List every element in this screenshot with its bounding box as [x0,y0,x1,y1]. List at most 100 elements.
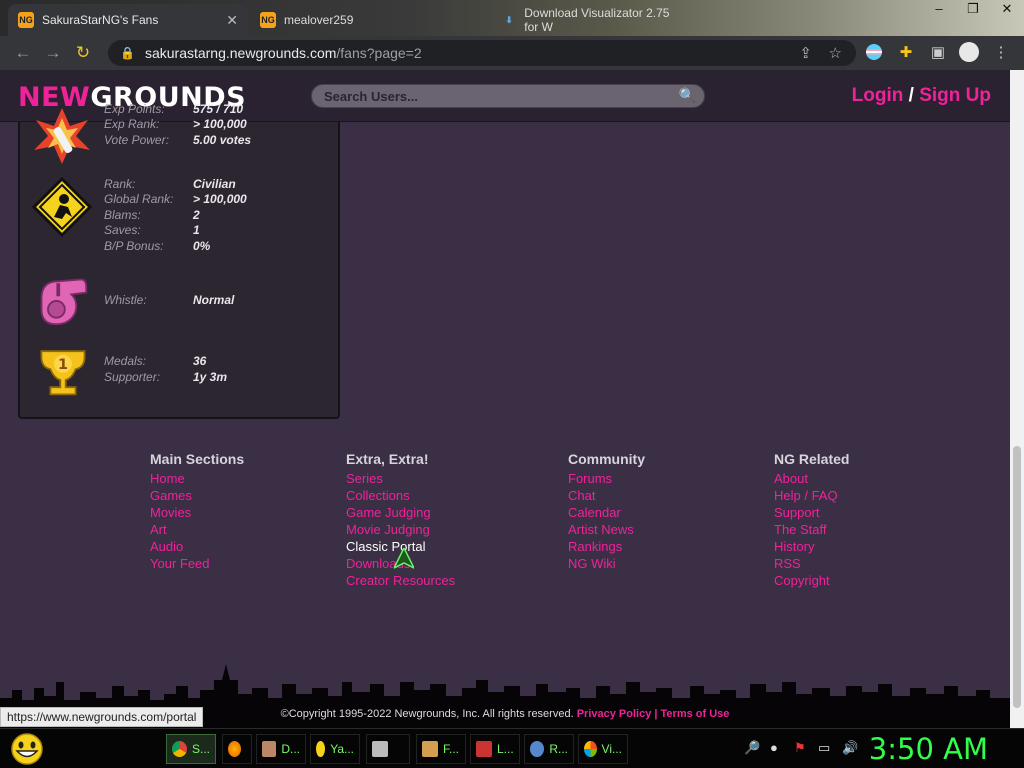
page-scrollbar[interactable] [1010,70,1024,728]
footer-link-home[interactable]: Home [150,470,244,487]
stat-global-rank: Global Rank: > 100,000 [104,192,247,206]
footer-link-creator-resources[interactable]: Creator Resources [346,572,455,589]
bookmark-star-icon[interactable]: ☆ [829,44,842,62]
footer-link-audio[interactable]: Audio [150,538,244,555]
signup-link[interactable]: Sign Up [919,85,991,106]
tab-title: Download Visualizator 2.75 for W [524,6,670,34]
footer-link-support[interactable]: Support [774,504,849,521]
search-icon[interactable]: 🔍 [679,87,696,104]
auth-links: Login / Sign Up [852,85,991,107]
windows-icon [584,741,597,757]
side-panel-icon[interactable]: ▣ [927,41,949,63]
avatar-icon[interactable] [958,41,980,63]
stat-saves: Saves: 1 [104,223,200,237]
taskbar-item-firefox[interactable] [222,734,252,764]
menu-icon[interactable]: ⋮ [990,41,1012,63]
whistle-icon [40,278,88,326]
user-search: 🔍 [311,84,705,108]
taskbar-item-f[interactable]: F... [416,734,466,764]
stat-blams: Blams: 2 [104,208,200,222]
taskbar-item-r[interactable]: R... [524,734,574,764]
url-domain: sakurastarng.newgrounds.com [144,45,337,61]
footer-heading: Community [568,451,645,467]
terms-of-use-link[interactable]: Terms of Use [661,708,730,720]
tab-title: SakuraStarNG's Fans [42,13,159,27]
file-icon [422,741,438,757]
link-status-bar: https://www.newgrounds.com/portal [0,707,204,727]
footer-link-art[interactable]: Art [150,521,244,538]
tab-inactive[interactable]: NG mealover259 [250,4,486,36]
taskbar-item-l[interactable]: L... [470,734,520,764]
share-icon[interactable]: ⇪ [799,44,812,62]
newgrounds-favicon-icon: NG [18,12,34,28]
tab-inactive[interactable]: ⬇ Download Visualizator 2.75 for W [492,4,692,36]
mouse-cursor-icon [394,548,414,569]
extensions-icon[interactable]: ✚ [895,41,917,63]
footer-link-about[interactable]: About [774,470,849,487]
footer-heading: NG Related [774,451,850,467]
start-smiley-icon[interactable] [8,732,46,766]
copyright-text: ©Copyright 1995-2022 Newgrounds, Inc. Al… [280,708,574,720]
taskbar-clock[interactable]: 3:50 AM [869,732,988,766]
reload-icon[interactable]: ↻ [68,43,98,63]
footer-link-chat[interactable]: Chat [568,487,645,504]
footer-heading: Main Sections [150,451,245,467]
footer-link-collections[interactable]: Collections [346,487,455,504]
footer-link-your-feed[interactable]: Your Feed [150,555,244,572]
url-path: /fans?page=2 [336,45,422,61]
footer-link-ng-wiki[interactable]: NG Wiki [568,555,645,572]
volume-icon[interactable]: 🔊 [842,740,858,756]
close-window-icon[interactable]: ✕ [990,0,1024,22]
taskbar-item-d[interactable]: D... [256,734,306,764]
url-field[interactable]: 🔒 sakurastarng.newgrounds.com/fans?page=… [108,40,856,66]
close-tab-icon[interactable]: ✕ [226,12,238,29]
forward-icon[interactable]: → [38,43,68,63]
footer-link-help-faq[interactable]: Help / FAQ [774,487,849,504]
stat-vote-power: Vote Power: 5.00 votes [104,133,252,147]
civilian-rank-sign-icon [32,177,92,237]
action-center-flag-icon[interactable]: ⚑ [794,740,806,756]
footer-link-forums[interactable]: Forums [568,470,645,487]
user-stats-panel: Exp Points: 575 / 710 Exp Rank: > 100,000 … [18,102,340,419]
profile-flag-icon[interactable] [863,41,885,63]
page-viewport: NEWGROUNDS 🔍 Login / Sign Up Exp Points:… [0,70,1010,728]
login-link[interactable]: Login [852,85,904,106]
footer-ng-related: NG Related About Help / FAQ Support The … [774,451,849,589]
tray-app-icon[interactable]: ● [770,740,778,755]
back-icon[interactable]: ← [8,43,38,63]
privacy-policy-link[interactable]: Privacy Policy [577,708,652,720]
yahoo-smiley-icon [316,741,326,757]
footer-link-artist-news[interactable]: Artist News [568,521,645,538]
footer-link-movies[interactable]: Movies [150,504,244,521]
footer-link-the-staff[interactable]: The Staff [774,521,849,538]
taskbar-item-vi[interactable]: Vi... [578,734,628,764]
stat-supporter: Supporter: 1y 3m [104,370,228,384]
network-icon [530,741,545,757]
stat-bp-bonus: B/P Bonus: 0% [104,239,211,253]
taskbar-item-chrome[interactable]: S... [166,734,216,764]
footer-link-rankings[interactable]: Rankings [568,538,645,555]
search-input[interactable] [312,85,672,107]
exp-flame-icon [34,108,90,164]
restore-icon[interactable]: ❐ [956,0,990,22]
newgrounds-favicon-icon: NG [260,12,276,28]
footer-link-series[interactable]: Series [346,470,455,487]
tab-active[interactable]: NG SakuraStarNG's Fans ✕ [8,4,248,36]
search-icon[interactable]: 🔎 [744,740,760,756]
footer-link-rss[interactable]: RSS [774,555,849,572]
footer-link-history[interactable]: History [774,538,849,555]
trophy-number: 1 [58,357,68,373]
taskbar-item-yahoo[interactable]: Ya... [310,734,360,764]
minimize-icon[interactable]: – [922,0,956,22]
footer-link-game-judging[interactable]: Game Judging [346,504,455,521]
footer-link-copyright[interactable]: Copyright [774,572,849,589]
footer-link-calendar[interactable]: Calendar [568,504,645,521]
taskbar-item-folder[interactable] [366,734,410,764]
footer-link-games[interactable]: Games [150,487,244,504]
scrollbar-thumb[interactable] [1013,446,1021,708]
download-favicon-icon: ⬇ [505,14,513,25]
network-tray-icon[interactable]: ▭ [818,740,830,756]
auth-separator: / [908,85,914,106]
footer-link-movie-judging[interactable]: Movie Judging [346,521,455,538]
stat-exp-points: Exp Points: 575 / 710 [104,102,244,116]
